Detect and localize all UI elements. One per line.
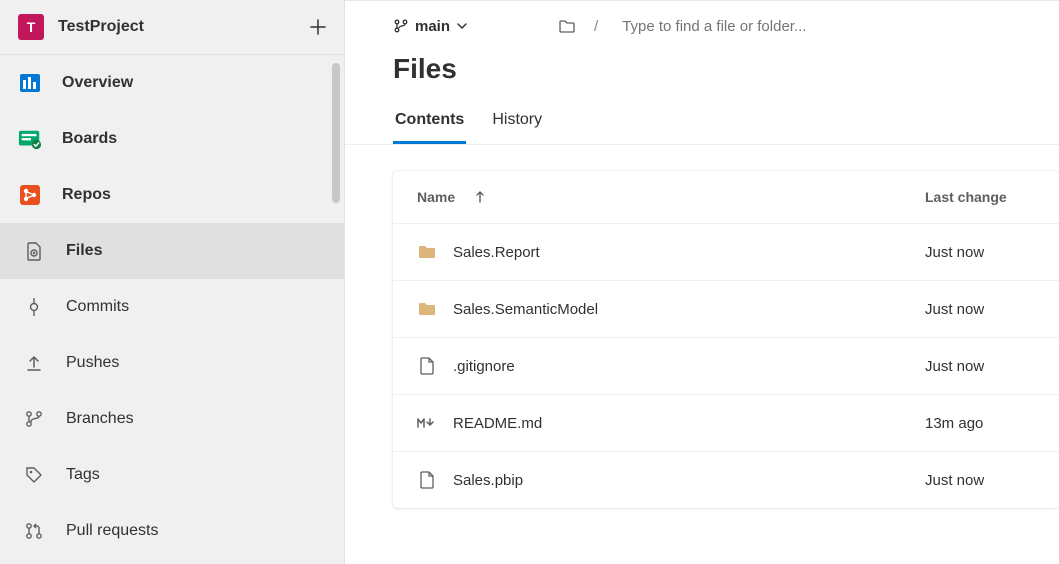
sidebar-item-label: Boards [62, 130, 117, 148]
file-change: Just now [925, 358, 1035, 375]
file-name: Sales.SemanticModel [453, 301, 598, 318]
tabs: Contents History [345, 105, 1059, 145]
sidebar-item-label: Overview [62, 74, 133, 92]
main-content: main / Files Contents History Name Last … [345, 0, 1059, 564]
page-title: Files [345, 53, 1059, 105]
file-change: Just now [925, 301, 1035, 318]
markdown-icon [417, 413, 437, 433]
boards-icon [18, 127, 42, 151]
file-table: Name Last change Sales.Report Just now [393, 171, 1059, 508]
path-search-input[interactable] [622, 18, 922, 35]
file-name: Sales.pbip [453, 472, 523, 489]
tags-icon [22, 463, 46, 487]
sidebar-item-label: Files [66, 242, 102, 260]
scrollbar-thumb[interactable] [332, 63, 340, 203]
sidebar-item-label: Pushes [66, 354, 119, 372]
sort-ascending-icon [475, 191, 485, 203]
file-icon [417, 356, 437, 376]
folder-icon [417, 299, 437, 319]
repos-icon [18, 183, 42, 207]
sidebar-item-boards[interactable]: Boards [0, 111, 344, 167]
file-name: .gitignore [453, 358, 515, 375]
breadcrumb-separator: / [594, 18, 598, 35]
file-change: Just now [925, 244, 1035, 261]
nav: Overview Boards Repos Files Commits [0, 55, 344, 564]
branch-selector[interactable]: main [393, 18, 468, 35]
sidebar-item-files[interactable]: Files [0, 223, 344, 279]
sidebar-item-label: Pull requests [66, 522, 159, 540]
overview-icon [18, 71, 42, 95]
table-row[interactable]: Sales.pbip Just now [393, 452, 1059, 508]
sidebar-item-pull-requests[interactable]: Pull requests [0, 503, 344, 559]
sidebar-item-branches[interactable]: Branches [0, 391, 344, 447]
sidebar-item-repos[interactable]: Repos [0, 167, 344, 223]
sidebar-item-label: Branches [66, 410, 134, 428]
tab-history[interactable]: History [490, 105, 544, 144]
file-icon [417, 470, 437, 490]
branches-icon [22, 407, 46, 431]
files-icon [22, 239, 46, 263]
sidebar-item-tags[interactable]: Tags [0, 447, 344, 503]
column-header-change[interactable]: Last change [925, 189, 1035, 205]
file-table-header: Name Last change [393, 171, 1059, 224]
breadcrumb: main / [345, 17, 1059, 53]
commits-icon [22, 295, 46, 319]
sidebar-item-pushes[interactable]: Pushes [0, 335, 344, 391]
folder-icon[interactable] [558, 17, 576, 35]
folder-icon [417, 242, 437, 262]
project-header: T TestProject [0, 0, 344, 55]
tab-contents[interactable]: Contents [393, 105, 466, 144]
sidebar: T TestProject Overview Boards Repos [0, 0, 345, 564]
pull-requests-icon [22, 519, 46, 543]
sidebar-item-label: Tags [66, 466, 100, 484]
branch-icon [393, 18, 409, 34]
sidebar-item-label: Repos [62, 186, 111, 204]
table-row[interactable]: Sales.SemanticModel Just now [393, 281, 1059, 338]
chevron-down-icon [456, 20, 468, 32]
table-row[interactable]: .gitignore Just now [393, 338, 1059, 395]
file-name: README.md [453, 415, 542, 432]
file-change: Just now [925, 472, 1035, 489]
branch-name: main [415, 18, 450, 35]
table-row[interactable]: Sales.Report Just now [393, 224, 1059, 281]
sidebar-item-commits[interactable]: Commits [0, 279, 344, 335]
project-badge: T [18, 14, 44, 40]
add-icon[interactable] [310, 19, 326, 35]
project-name[interactable]: TestProject [58, 18, 296, 36]
file-name: Sales.Report [453, 244, 540, 261]
pushes-icon [22, 351, 46, 375]
sidebar-item-label: Commits [66, 298, 129, 316]
table-row[interactable]: README.md 13m ago [393, 395, 1059, 452]
file-change: 13m ago [925, 415, 1035, 432]
column-header-name[interactable]: Name [417, 189, 925, 205]
sidebar-item-overview[interactable]: Overview [0, 55, 344, 111]
